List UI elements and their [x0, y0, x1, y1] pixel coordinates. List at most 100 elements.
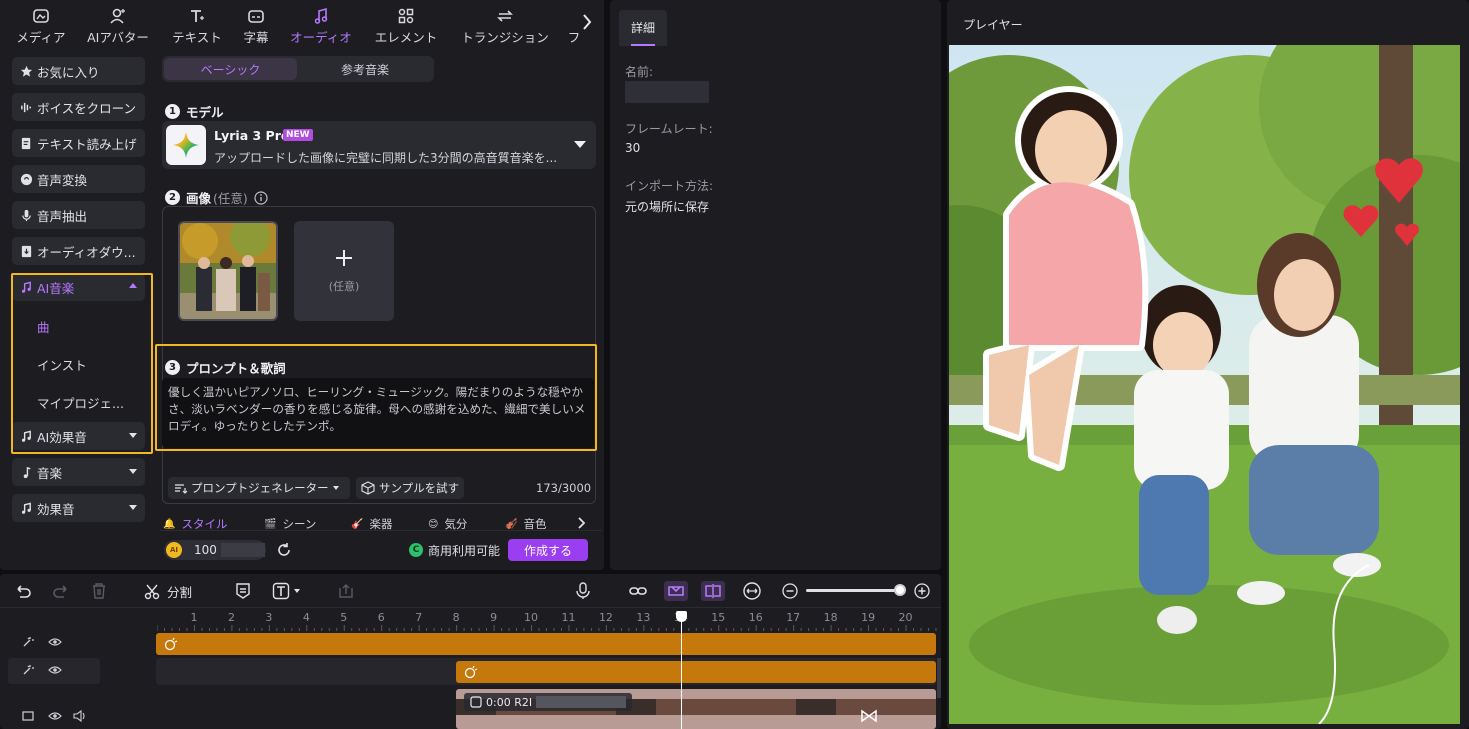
credits-display: AI 100 [164, 540, 266, 560]
tab-ai-avatar[interactable]: AIアバター [82, 0, 154, 46]
zoom-in-icon[interactable] [914, 583, 930, 599]
style-tabs-next-icon[interactable] [576, 516, 586, 530]
tab-element[interactable]: エレメント [370, 0, 442, 46]
ruler-label: 18 [823, 611, 838, 624]
uploaded-image-thumbnail[interactable] [178, 221, 278, 321]
ruler-label: 10 [524, 611, 539, 624]
name-value-redacted [625, 81, 709, 103]
zoom-slider-handle[interactable] [894, 584, 906, 596]
track-2-effect-icon[interactable] [22, 664, 34, 676]
gemini-logo-icon [166, 125, 206, 165]
ruler-label: 13 [636, 611, 651, 624]
zoom-slider[interactable] [806, 589, 902, 592]
prompt-generator-button[interactable]: プロンプトジェネレーター [168, 477, 350, 499]
player-preview[interactable] [949, 45, 1460, 724]
sidebar-group-music[interactable]: 音楽 [12, 458, 145, 486]
ruler-ticks [157, 625, 937, 631]
ai-music-icon [18, 279, 34, 295]
tab-audio[interactable]: オーディオ [284, 0, 358, 46]
media-icon [32, 5, 50, 27]
sidebar-item-favorites[interactable]: お気に入り [12, 57, 145, 85]
tab-reference-music[interactable]: 参考音楽 [298, 58, 432, 80]
export-frame-icon[interactable] [337, 582, 355, 600]
try-sample-button[interactable]: サンプルを試す [356, 477, 464, 499]
image-section-title: 2 画像 (任意) [165, 188, 268, 207]
timeline-vscroll[interactable] [937, 658, 941, 698]
refresh-icon[interactable] [275, 541, 293, 559]
ruler-label: 17 [786, 611, 801, 624]
track-2-eye-icon[interactable] [48, 665, 62, 675]
fit-width-icon[interactable] [742, 582, 762, 600]
text-dropdown-button[interactable] [272, 582, 300, 600]
sidebar-group-ai-music[interactable]: AI音楽 [12, 273, 145, 301]
record-mic-icon[interactable] [575, 582, 591, 600]
effect-clip-1[interactable] [156, 633, 936, 655]
chevron-down-icon [129, 433, 137, 438]
create-button[interactable]: 作成する [508, 539, 588, 561]
redacted-block [536, 696, 627, 708]
ruler-label: 20 [898, 611, 913, 624]
sidebar-group-sfx[interactable]: 効果音 [12, 494, 145, 522]
sidebar-item-voice-clone[interactable]: ボイスをクローン [12, 93, 145, 121]
video-clip[interactable]: 0:00 R2I [456, 689, 936, 729]
magnet-icon[interactable] [664, 581, 688, 601]
tts-icon [18, 135, 34, 151]
tab-media[interactable]: メディア [10, 0, 72, 46]
tab-basic[interactable]: ベーシック [164, 58, 297, 80]
player-title: プレイヤー [963, 18, 1023, 32]
mic-icon [18, 207, 34, 223]
add-image-button[interactable]: (任意) [294, 221, 394, 321]
split-button[interactable]: 分割 [144, 582, 192, 601]
model-selector[interactable]: Lyria 3 Pro NEW アップロードした画像に完璧に同期した3分間の高音… [162, 121, 596, 169]
tab-transition[interactable]: トランジション [456, 0, 554, 46]
playhead-handle[interactable] [676, 611, 687, 622]
tab-details[interactable]: 詳細 [619, 10, 667, 46]
track-1-effect-icon[interactable] [22, 636, 34, 648]
sidebar-item-voice-extract[interactable]: 音声抽出 [12, 201, 145, 229]
sidebar-item-voice-change[interactable]: 音声変換 [12, 165, 145, 193]
delete-icon[interactable] [91, 582, 107, 600]
sidebar-subitem-instrumental[interactable]: インスト [37, 355, 87, 374]
ruler-label: 3 [265, 611, 273, 624]
prompt-section-title: 3 プロンプト＆歌詞 [165, 358, 286, 377]
import-value: 元の場所に保存 [625, 200, 710, 214]
undo-icon[interactable] [14, 583, 32, 599]
track-1-eye-icon[interactable] [48, 637, 62, 647]
tab-text[interactable]: テキスト [166, 0, 228, 46]
sidebar-group-ai-sfx[interactable]: AI効果音 [12, 422, 145, 450]
chevron-down-icon [332, 486, 339, 490]
zoom-out-icon[interactable] [782, 583, 798, 599]
voice-clone-icon [18, 99, 34, 115]
track-3-video-icon[interactable] [22, 710, 34, 722]
sidebar-item-tts[interactable]: テキスト読み上げ [12, 129, 145, 157]
sidebar-subitem-my-projects[interactable]: マイプロジェ... [37, 393, 124, 412]
ruler-label: 8 [452, 611, 460, 624]
scroll-right-icon[interactable] [580, 12, 594, 32]
transition-icon [495, 5, 515, 27]
commercial-check-icon: C [409, 543, 423, 557]
transition-marker-icon[interactable] [860, 709, 878, 723]
video-clip-label: 0:00 R2I [464, 693, 633, 711]
track-3-eye-icon[interactable] [48, 711, 62, 721]
sfx-icon [18, 500, 34, 516]
link-icon[interactable] [628, 583, 648, 599]
timbre-icon: 🎻 [505, 518, 518, 530]
model-name: Lyria 3 Pro [214, 128, 290, 143]
prompt-textarea[interactable]: 優しく温かいピアノソロ、ヒーリング・ミュージック。陽だまりのような穏やかさ、淡い… [162, 378, 594, 448]
effect-clip-2[interactable] [456, 661, 936, 683]
info-icon[interactable] [254, 190, 268, 205]
caption-icon[interactable] [235, 582, 251, 600]
download-icon [18, 243, 34, 259]
sidebar-item-audio-download[interactable]: オーディオダウ... [12, 237, 145, 265]
snap-icon[interactable] [701, 581, 725, 601]
track-3-speaker-icon[interactable] [73, 710, 87, 722]
framerate-label: フレームレート: [625, 122, 713, 136]
redo-icon[interactable] [52, 583, 70, 599]
redacted-block [220, 543, 265, 557]
playhead-line [681, 618, 682, 729]
plus-icon [336, 250, 352, 266]
ruler-label: 6 [377, 611, 385, 624]
ruler-label: 1 [190, 611, 198, 624]
sidebar-subitem-song[interactable]: 曲 [37, 317, 50, 336]
tab-subtitle[interactable]: 字幕 [236, 0, 276, 46]
